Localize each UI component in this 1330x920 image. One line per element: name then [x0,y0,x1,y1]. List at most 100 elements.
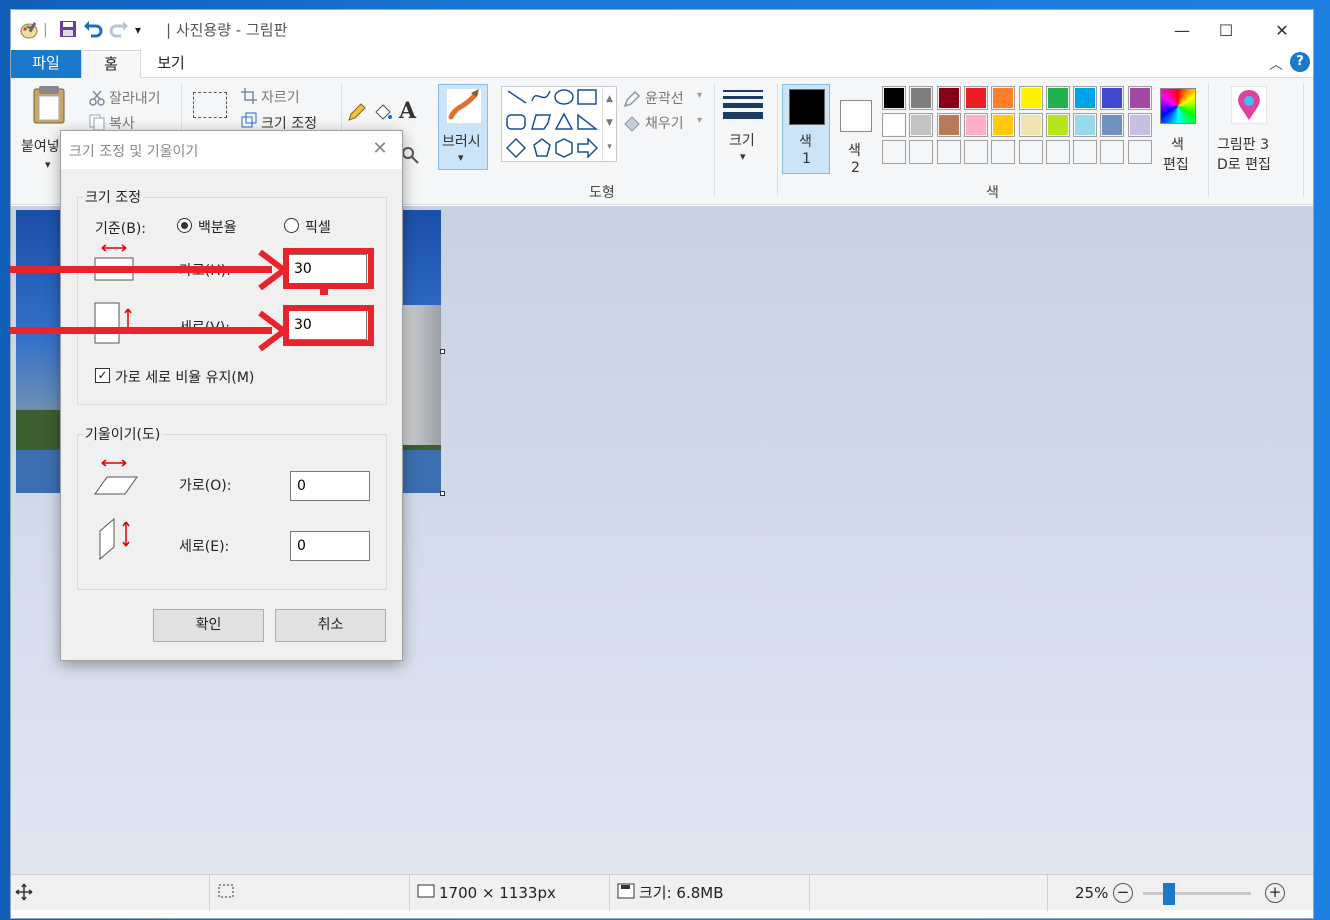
resize-handle-corner[interactable] [440,491,445,496]
zoom-out-button[interactable]: − [1113,883,1133,903]
crop-button[interactable]: 자르기 [261,87,300,107]
paint3d-icon[interactable] [1230,85,1268,128]
color2-label[interactable]: 색 [848,140,861,160]
palette-swatch[interactable] [991,113,1016,137]
palette-swatch[interactable] [882,113,906,137]
palette-swatch[interactable] [1018,140,1043,164]
keep-ratio-label[interactable]: 가로 세로 비율 유지(M) [115,367,254,387]
palette-swatch[interactable] [1073,113,1098,137]
palette-swatch[interactable] [991,140,1016,164]
shapes-scrollbar[interactable]: ▲ ▼ ▾ [602,87,616,161]
percent-radio[interactable] [177,218,192,233]
edit-colors-label[interactable]: 색 [1171,134,1184,154]
window-title: | 사진용량 - 그림판 [166,21,288,39]
select-icon[interactable] [193,92,227,118]
colors-group-label: 색 [986,185,999,201]
ok-button[interactable]: 확인 [153,609,264,642]
palette-swatch-color [1047,142,1068,162]
paste-icon[interactable] [31,84,67,128]
zoom-in-button[interactable]: + [1265,883,1285,903]
palette-swatch[interactable] [936,86,961,110]
palette-swatch[interactable] [963,140,988,164]
skew-horizontal-input[interactable] [290,471,370,501]
cut-button[interactable]: 잘라내기 [109,88,161,108]
paint-app-icon[interactable] [19,20,39,40]
skew-vertical-input[interactable] [290,531,370,561]
close-button[interactable]: ✕ [1259,16,1305,46]
pencil-icon[interactable] [347,102,367,126]
palette-swatch[interactable] [1045,86,1070,110]
palette-swatch-color [993,115,1014,135]
palette-swatch[interactable] [1018,86,1043,110]
palette-swatch[interactable] [1127,113,1152,137]
collapse-ribbon-chevron-up-icon[interactable]: ︿ [1269,54,1283,74]
magnifier-icon[interactable] [401,146,419,168]
palette-swatch[interactable] [1100,113,1125,137]
palette-swatch[interactable] [909,113,934,137]
pixel-radio[interactable] [284,218,299,233]
color1-button[interactable]: 색 1 [782,84,830,174]
brushes-button[interactable]: 브러시 ▾ [438,84,488,170]
palette-swatch[interactable] [1073,140,1098,164]
title-separator: | [43,22,48,38]
palette-swatch[interactable] [882,86,906,110]
palette-swatch[interactable] [909,140,934,164]
palette-swatch[interactable] [1127,140,1152,164]
palette-swatch[interactable] [1100,86,1125,110]
palette-swatch[interactable] [882,140,906,164]
save-icon[interactable] [59,20,77,40]
palette-swatch[interactable] [1045,113,1070,137]
palette-swatch[interactable] [909,86,934,110]
zoom-slider-thumb[interactable] [1163,883,1175,905]
palette-swatch[interactable] [936,113,961,137]
size-button[interactable]: 크기 [729,130,755,150]
dialog-close-icon[interactable]: ✕ [368,137,392,161]
resize-handle-right[interactable] [440,349,445,354]
palette-swatch[interactable] [991,86,1016,110]
group-separator [1303,84,1304,196]
cancel-button[interactable]: 취소 [275,609,386,642]
palette-swatch[interactable] [1127,86,1152,110]
tab-home[interactable]: 홈 [81,50,141,79]
palette-swatch[interactable] [1018,113,1043,137]
tab-file[interactable]: 파일 [11,50,81,78]
customize-toolbar-chevron-down-icon[interactable]: ▾ [135,20,141,40]
percent-option-label[interactable]: 백분율 [198,217,237,237]
paint3d-label[interactable]: 그림판 3 [1217,134,1269,154]
help-icon[interactable]: ? [1290,52,1310,72]
line-size-icon[interactable] [723,90,763,119]
undo-icon[interactable] [83,20,103,40]
palette-swatch[interactable] [1100,140,1125,164]
redo-icon[interactable] [109,20,129,40]
palette-swatch-color [1075,88,1096,108]
palette-swatch[interactable] [1045,140,1070,164]
paste-chevron-down-icon[interactable]: ▾ [45,158,51,171]
palette-swatch[interactable] [963,113,988,137]
minimize-button[interactable]: — [1159,16,1205,46]
resize-horizontal-icon [94,243,134,285]
color2-swatch[interactable] [840,100,872,132]
pixel-option-label[interactable]: 픽셀 [305,217,331,237]
crop-icon [241,88,257,108]
text-tool-icon[interactable]: A [399,98,416,124]
zoom-slider-track[interactable] [1143,892,1251,895]
palette-swatch[interactable] [1073,86,1098,110]
outline-chevron-down-icon[interactable]: ▾ [697,90,702,101]
outline-button[interactable]: 윤곽선 [645,88,684,108]
fill-chevron-down-icon[interactable]: ▾ [697,115,702,126]
size-chevron-down-icon[interactable]: ▾ [740,150,746,163]
edit-colors-icon[interactable] [1160,88,1196,124]
keep-ratio-checkbox[interactable]: ✓ [95,368,110,383]
fill-bucket-icon[interactable] [373,102,393,126]
skew-section-title: 기울이기(도) [83,424,163,444]
shapes-gallery-icons [505,89,599,159]
shapes-gallery[interactable]: ▲ ▼ ▾ [501,86,617,162]
palette-swatch[interactable] [963,86,988,110]
paste-button[interactable]: 붙여넣 [21,136,60,156]
tab-view[interactable]: 보기 [141,50,201,78]
maximize-button[interactable]: ☐ [1203,16,1249,46]
palette-swatch-color [938,142,959,162]
palette-swatch[interactable] [936,140,961,164]
fill-button[interactable]: 채우기 [645,113,684,133]
palette-swatch-color [1075,115,1096,135]
